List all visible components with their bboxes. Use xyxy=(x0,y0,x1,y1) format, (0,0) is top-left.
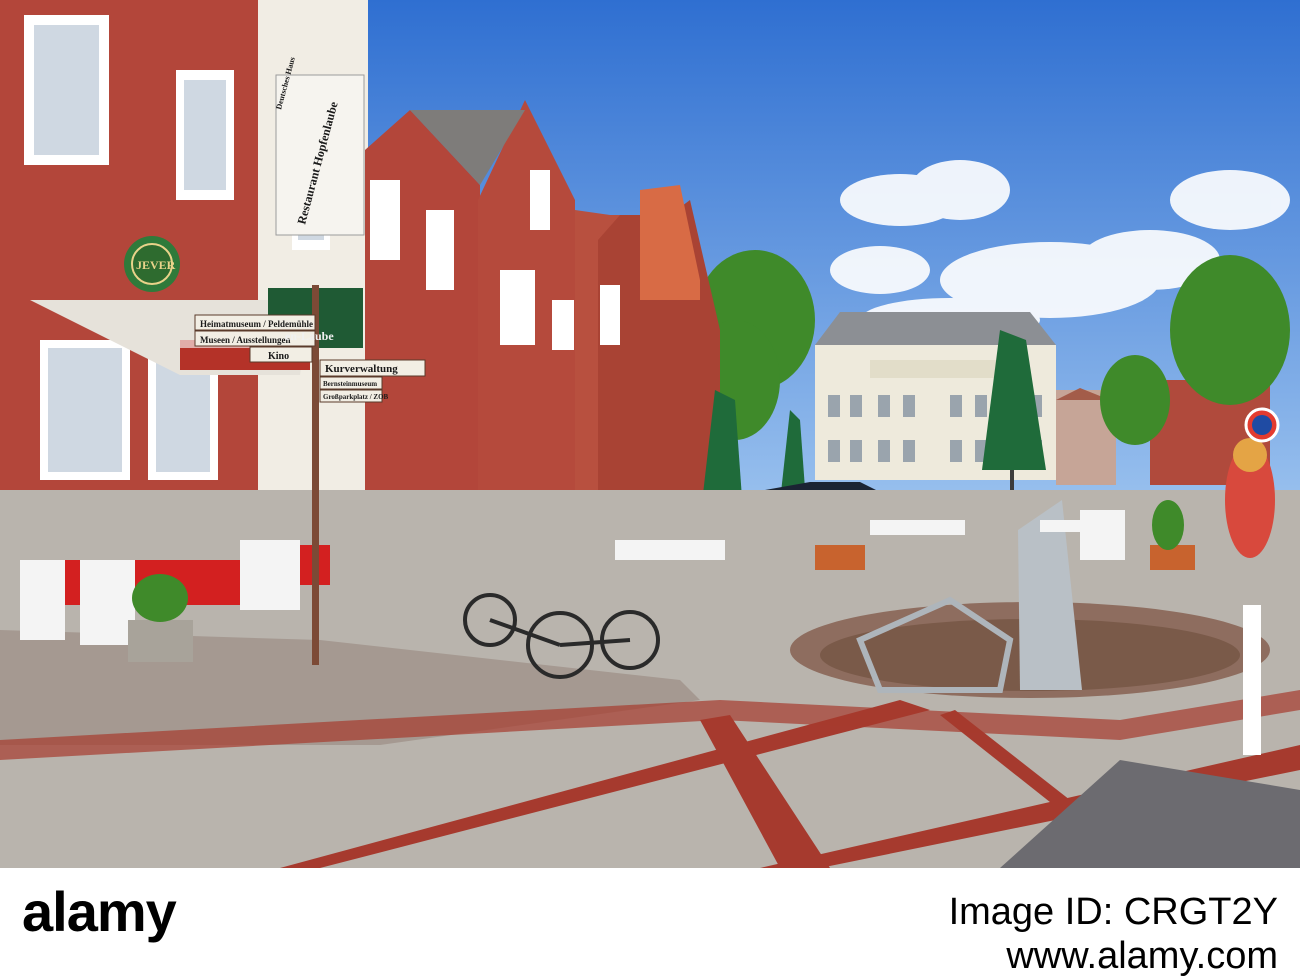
jever-disc: JEVER xyxy=(136,258,176,272)
image-id-line: Image ID: CRGT2Y www.alamy.com xyxy=(949,890,1278,978)
sign-bernsteinmuseum: Bernsteinmuseum xyxy=(323,380,377,388)
alamy-logo: alamy xyxy=(22,880,177,943)
sign-heimatmuseum: Heimatmuseum / Peldemühle xyxy=(200,319,313,329)
street-photo: Heimatmuseum / Peldemühle Museen / Ausst… xyxy=(0,0,1300,868)
image-id-value: CRGT2Y xyxy=(1123,891,1278,933)
image-id-label: Image ID: xyxy=(948,891,1114,933)
stock-footer: alamy Image ID: CRGT2Y www.alamy.com xyxy=(0,868,1300,977)
sign-kurverwaltung: Kurverwaltung xyxy=(325,363,398,375)
alamy-url: www.alamy.com xyxy=(1006,935,1278,977)
bollard xyxy=(1243,605,1261,755)
sign-museen: Museen / Ausstellungen xyxy=(200,335,291,345)
awning-lettering: en-Laube xyxy=(285,329,334,343)
sign-kino: Kino xyxy=(268,351,289,362)
sign-grossparkplatz: Großparkplatz / ZOB xyxy=(323,393,389,401)
